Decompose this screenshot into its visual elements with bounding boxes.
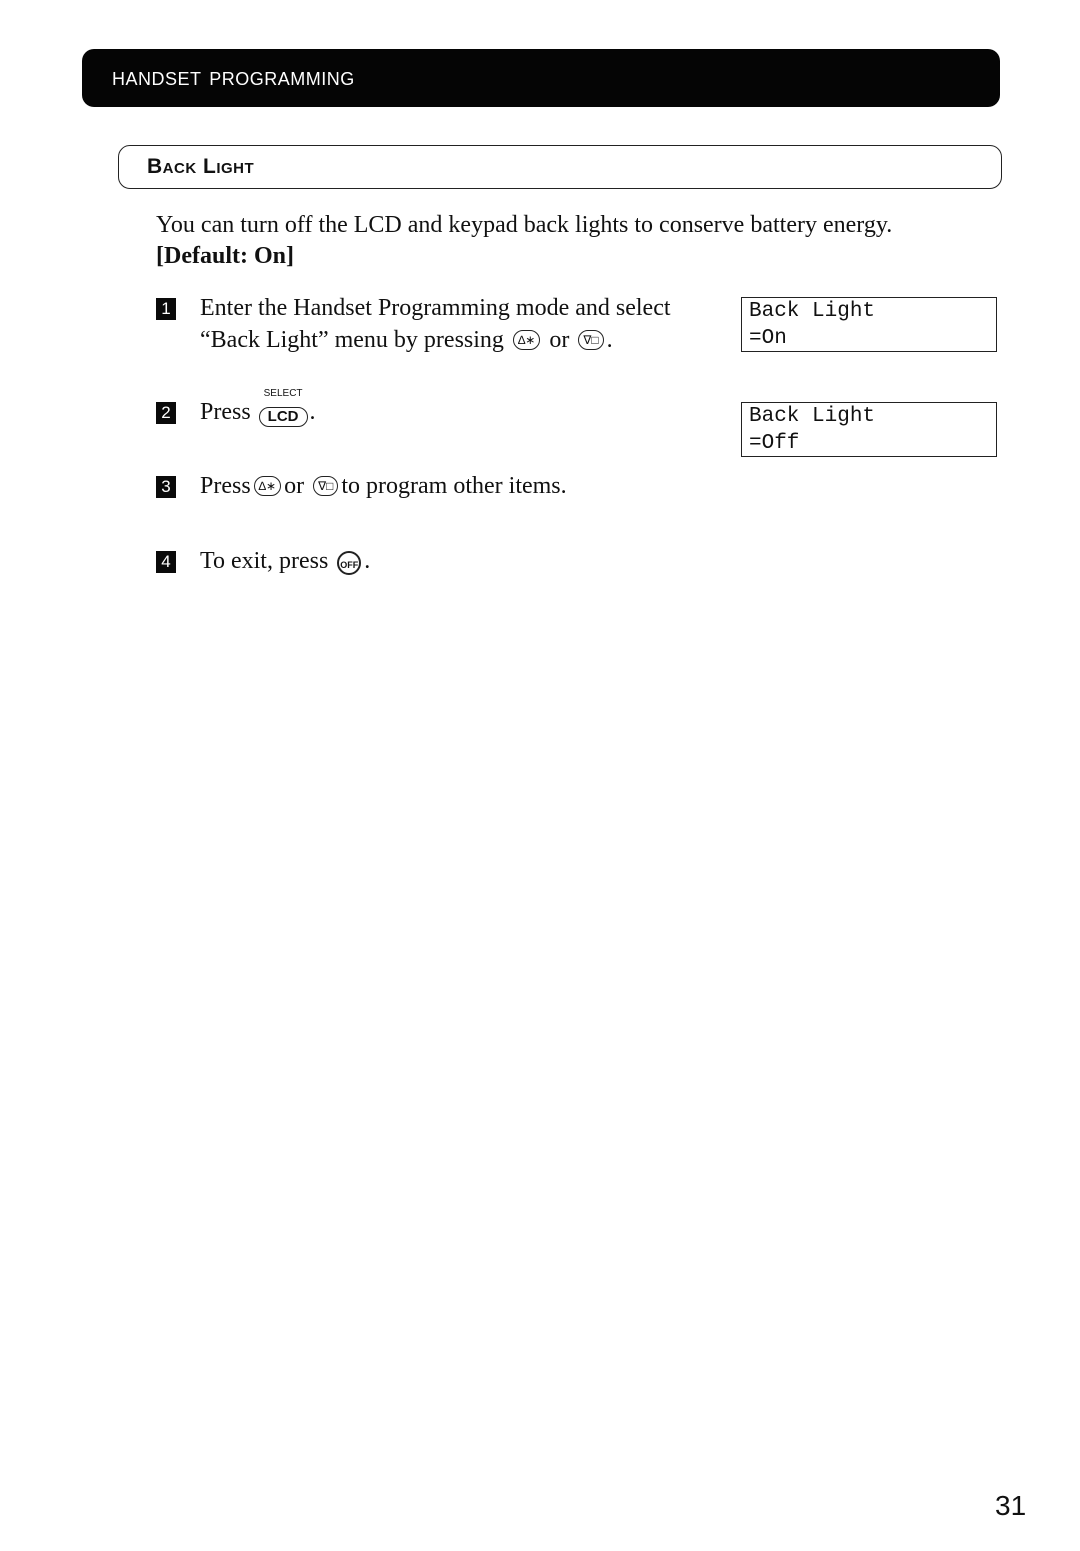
lcd-display: Back Light =Off (741, 402, 997, 457)
step-line: “Back Light” menu by pressing ∆∗ or ∇□. (200, 324, 671, 356)
step-text-part: Press (200, 399, 251, 425)
step-text: Press ∆∗ or ∇□ to program other items. (200, 470, 567, 502)
off-key-icon: OFF (337, 551, 362, 575)
key-label: LCD (258, 407, 308, 427)
down-hash-key-icon: ∇□ (313, 476, 339, 496)
step-text-part: . (364, 548, 371, 574)
step-text: Press SELECT LCD . (200, 389, 316, 430)
step-text: Enter the Handset Programming mode and s… (200, 292, 671, 356)
step-text-part: to program other items. (341, 473, 567, 499)
intro-paragraph: You can turn off the LCD and keypad back… (156, 210, 996, 272)
select-lcd-key-icon: SELECT LCD (258, 389, 308, 430)
header-bar: Handset Programming (82, 49, 1000, 107)
lcd-display: Back Light =On (741, 297, 997, 352)
up-star-key-icon: ∆∗ (253, 476, 282, 496)
step-number: 3 (156, 476, 176, 498)
step-text-part: or (549, 327, 570, 353)
step-text-part: “Back Light” menu by pressing (200, 327, 504, 353)
default-value: [Default: On] (156, 243, 294, 269)
step-number: 2 (156, 402, 176, 424)
step-line: Enter the Handset Programming mode and s… (200, 295, 671, 321)
step-text-part: . (309, 399, 316, 425)
page-number: 31 (995, 1490, 1027, 1521)
lcd-line: Back Light (749, 405, 876, 428)
lcd-line: Back Light (749, 300, 876, 323)
step-number: 4 (156, 551, 176, 573)
step-text: To exit, press OFF. (200, 545, 370, 577)
step-text-part: To exit, press (200, 548, 329, 574)
section-title: Back Light (147, 155, 255, 178)
lcd-line: =On (749, 327, 787, 350)
page-title: Handset Programming (112, 61, 355, 91)
step-number: 1 (156, 298, 176, 320)
key-top-label: SELECT (263, 388, 303, 399)
step-text-part: Press (200, 473, 251, 499)
down-hash-key-icon: ∇□ (578, 330, 604, 350)
step-text-part: or (284, 473, 305, 499)
step-text-part: . (606, 327, 613, 353)
intro-text: You can turn off the LCD and keypad back… (156, 212, 893, 238)
up-star-key-icon: ∆∗ (512, 330, 541, 350)
section-header: Back Light (118, 145, 1002, 189)
lcd-line: =Off (749, 432, 800, 455)
